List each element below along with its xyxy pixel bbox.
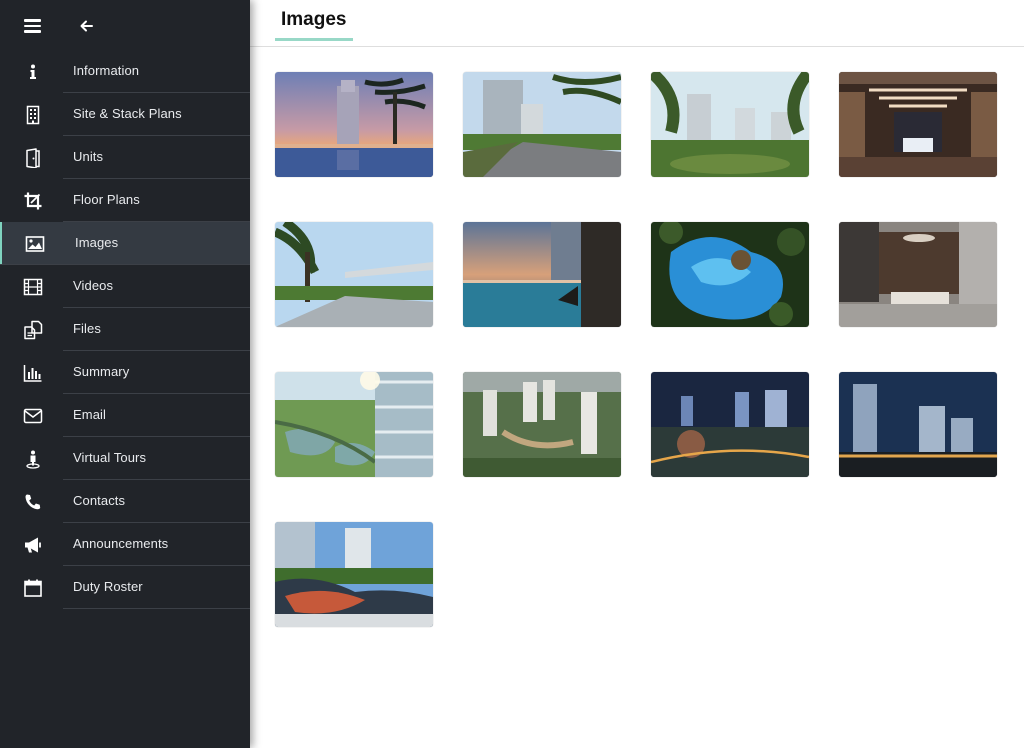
sidebar-item-duty-roster[interactable]: Duty Roster [0,566,250,609]
sidebar-item-label: Site & Stack Plans [73,106,182,121]
sidebar-item-files[interactable]: Files [0,308,250,351]
hamburger-icon[interactable] [24,19,41,33]
sidebar: Information Site & Stack Plans Units Flo… [0,0,250,748]
sidebar-nav: Information Site & Stack Plans Units Flo… [0,50,250,609]
gallery-thumbnail[interactable] [651,222,809,327]
page-title: Images [281,9,347,30]
gallery-thumbnail[interactable] [839,222,997,327]
sidebar-item-label: Email [73,407,107,422]
megaphone-icon [22,534,44,556]
gallery-thumbnail[interactable] [651,372,809,477]
info-icon [22,61,44,83]
sidebar-item-label: Summary [73,364,130,379]
sidebar-item-label: Duty Roster [73,579,143,594]
image-icon [24,233,46,255]
sidebar-item-label: Contacts [73,493,126,508]
files-icon [22,319,44,341]
gallery-thumbnail[interactable] [463,222,621,327]
main-content: Images [250,0,1024,748]
sidebar-item-label: Virtual Tours [73,450,147,465]
bar-chart-icon [22,362,44,384]
sidebar-item-site-stack-plans[interactable]: Site & Stack Plans [0,93,250,136]
sidebar-item-announcements[interactable]: Announcements [0,523,250,566]
envelope-icon [22,405,44,427]
building-icon [22,104,44,126]
sidebar-item-videos[interactable]: Videos [0,265,250,308]
page-header: Images [250,0,1024,47]
sidebar-item-information[interactable]: Information [0,50,250,93]
sidebar-item-images[interactable]: Images [0,222,250,265]
sidebar-item-label: Images [75,235,119,250]
sidebar-item-label: Files [73,321,101,336]
sidebar-item-label: Floor Plans [73,192,140,207]
gallery-thumbnail[interactable] [275,222,433,327]
sidebar-item-contacts[interactable]: Contacts [0,480,250,523]
arrow-left-icon[interactable] [78,17,96,35]
crop-icon [22,190,44,212]
gallery-thumbnail[interactable] [275,72,433,177]
sidebar-item-label: Announcements [73,536,169,551]
person-pin-icon [22,448,44,470]
sidebar-item-floor-plans[interactable]: Floor Plans [0,179,250,222]
gallery-thumbnail[interactable] [463,372,621,477]
sidebar-item-units[interactable]: Units [0,136,250,179]
title-underline [275,38,353,41]
gallery-thumbnail[interactable] [275,522,433,627]
door-icon [22,147,44,169]
sidebar-item-label: Information [73,63,140,78]
film-icon [22,276,44,298]
gallery-thumbnail[interactable] [463,72,621,177]
gallery-thumbnail[interactable] [839,72,997,177]
divider [63,608,250,609]
sidebar-item-email[interactable]: Email [0,394,250,437]
sidebar-item-label: Videos [73,278,114,293]
calendar-icon [22,577,44,599]
sidebar-item-virtual-tours[interactable]: Virtual Tours [0,437,250,480]
phone-icon [22,491,44,513]
gallery-thumbnail[interactable] [275,372,433,477]
sidebar-header [0,0,250,50]
sidebar-item-label: Units [73,149,104,164]
gallery-thumbnail[interactable] [651,72,809,177]
sidebar-item-summary[interactable]: Summary [0,351,250,394]
gallery-thumbnail[interactable] [839,372,997,477]
